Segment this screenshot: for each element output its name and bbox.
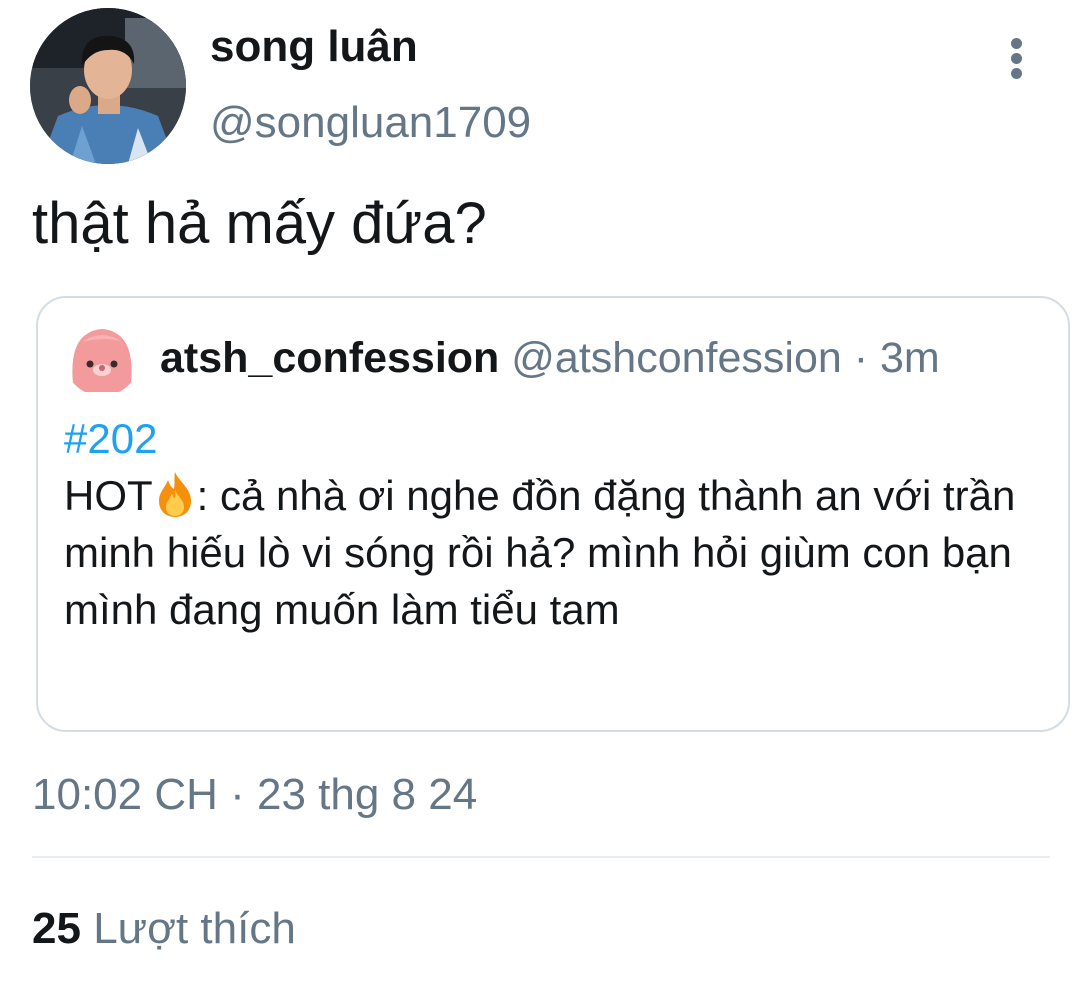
likes-count: 25	[32, 904, 81, 953]
quoted-body-prefix: HOT	[64, 472, 153, 519]
quoted-time[interactable]: 3m	[880, 334, 940, 382]
quoted-tweet-card[interactable]: atsh_confession @atshconfession · 3m #20…	[36, 296, 1070, 732]
author-display-name[interactable]: song luân	[210, 22, 418, 72]
profile-photo-icon	[30, 8, 186, 164]
author-handle[interactable]: @songluan1709	[210, 98, 531, 148]
header-separator: ·	[853, 334, 869, 382]
likes-label: Lượt thích	[93, 904, 296, 953]
quoted-tweet-body: #202 HOT: cả nhà ơi nghe đồn đặng thành …	[64, 410, 1044, 638]
quoted-handle[interactable]: @atshconfession	[511, 334, 842, 382]
quoted-display-name[interactable]: atsh_confession	[160, 334, 499, 382]
author-avatar[interactable]	[30, 8, 186, 164]
quoted-author-avatar[interactable]	[64, 320, 140, 396]
hashtag-link[interactable]: #202	[64, 410, 1044, 467]
likes-link[interactable]: 25 Lượt thích	[32, 904, 296, 954]
tweet-text: thật hả mấy đứa?	[32, 191, 487, 256]
quoted-body-text: : cả nhà ơi nghe đồn đặng thành an với t…	[64, 472, 1016, 633]
more-options-button[interactable]	[996, 36, 1038, 80]
pink-blob-avatar-icon	[64, 320, 140, 396]
tweet-timestamp[interactable]: 10:02 CH · 23 thg 8 24	[32, 770, 477, 820]
more-vertical-icon	[1011, 38, 1022, 49]
divider	[32, 856, 1050, 858]
fire-icon	[155, 470, 195, 518]
quoted-header: atsh_confession @atshconfession · 3m	[160, 334, 940, 383]
